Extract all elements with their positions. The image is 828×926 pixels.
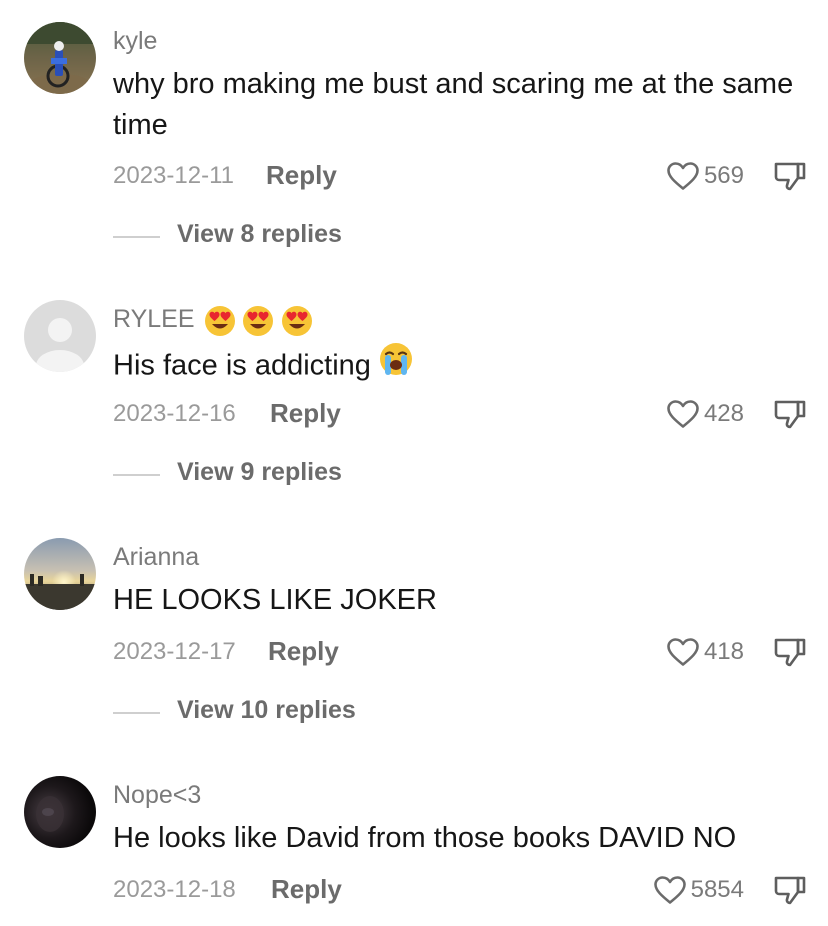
heart-outline-icon xyxy=(653,876,686,904)
like-button[interactable]: 5854 xyxy=(653,872,744,908)
divider-line xyxy=(113,236,160,238)
username-row: RYLEE xyxy=(113,302,313,338)
comment-meta: 2023-12-17 Reply 418 xyxy=(113,632,808,672)
like-count: 5854 xyxy=(690,876,744,903)
thumbs-down-icon[interactable] xyxy=(772,636,808,668)
view-replies-button[interactable]: View 8 replies xyxy=(113,218,433,254)
reply-button[interactable]: Reply xyxy=(270,398,341,429)
thumbs-down-icon[interactable] xyxy=(772,874,808,906)
view-replies-label: View 9 replies xyxy=(177,458,342,486)
username[interactable]: kyle xyxy=(113,24,157,58)
like-count: 418 xyxy=(703,638,744,665)
comment-date: 2023-12-18 xyxy=(113,876,236,903)
reply-button[interactable]: Reply xyxy=(268,636,339,667)
view-replies-button[interactable]: View 10 replies xyxy=(113,694,433,730)
divider-line xyxy=(113,474,160,476)
username[interactable]: Nope<3 xyxy=(113,778,201,812)
avatar[interactable] xyxy=(24,538,96,610)
heart-outline-icon xyxy=(667,638,699,666)
view-replies-button[interactable]: View 9 replies xyxy=(113,456,433,492)
reply-button[interactable]: Reply xyxy=(271,874,342,905)
comment-date: 2023-12-17 xyxy=(113,638,236,665)
comment-meta: 2023-12-16 Reply 428 xyxy=(113,394,808,434)
comment-date: 2023-12-11 xyxy=(113,162,234,189)
comment-text: HE LOOKS LIKE JOKER xyxy=(113,584,437,616)
heart-eyes-emoji xyxy=(204,306,235,337)
heart-eyes-emoji xyxy=(282,306,313,337)
comment-text: why bro making me bust and scaring me at… xyxy=(113,68,794,141)
view-replies-label: View 10 replies xyxy=(177,696,356,724)
loudly-crying-emoji xyxy=(377,340,415,390)
heart-outline-icon xyxy=(667,162,699,190)
comments-list: kyle why bro making me bust and scaring … xyxy=(0,0,828,926)
username[interactable]: Arianna xyxy=(113,540,199,574)
heart-outline-icon xyxy=(667,400,699,428)
like-button[interactable]: 418 xyxy=(666,634,744,670)
like-button[interactable]: 428 xyxy=(666,396,744,432)
avatar[interactable] xyxy=(24,776,96,848)
like-button[interactable]: 569 xyxy=(666,158,744,194)
comment-meta: 2023-12-11 Reply 569 xyxy=(113,156,808,196)
like-count: 428 xyxy=(703,400,744,427)
comment-meta: 2023-12-18 Reply 5854 xyxy=(113,870,808,910)
comment-text: His face is addicting xyxy=(113,349,371,382)
avatar[interactable] xyxy=(24,300,96,372)
comment-text-row: His face is addicting xyxy=(113,342,803,392)
like-count: 569 xyxy=(703,162,744,189)
comment-date: 2023-12-16 xyxy=(113,400,236,427)
username-emojis xyxy=(203,303,313,338)
username[interactable]: RYLEE xyxy=(113,305,195,333)
comment-text: He looks like David from those books DAV… xyxy=(113,822,737,854)
thumbs-down-icon[interactable] xyxy=(772,398,808,430)
reply-button[interactable]: Reply xyxy=(266,160,337,191)
avatar[interactable] xyxy=(24,22,96,94)
thumbs-down-icon[interactable] xyxy=(772,160,808,192)
view-replies-label: View 8 replies xyxy=(177,220,342,248)
heart-eyes-emoji xyxy=(243,306,274,337)
divider-line xyxy=(113,712,160,714)
